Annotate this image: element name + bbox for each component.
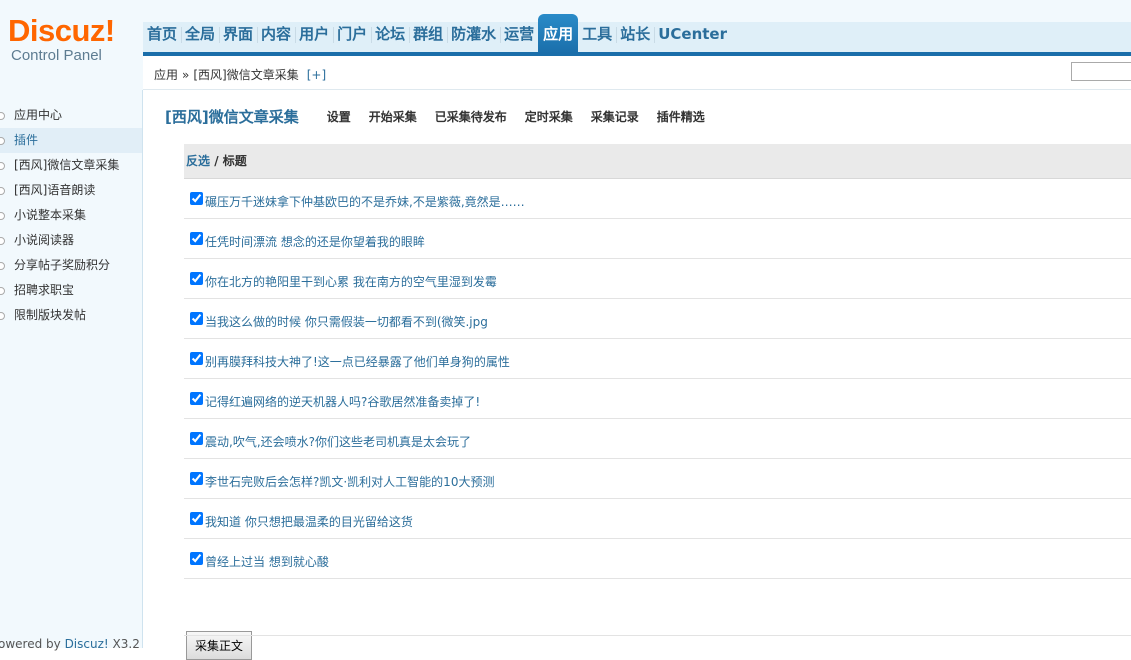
row-checkbox[interactable]	[190, 392, 203, 405]
plugin-tab-0[interactable]: 设置	[327, 108, 351, 125]
breadcrumb-current: [西风]微信文章采集	[193, 68, 299, 82]
plugin-tab-3[interactable]: 定时采集	[525, 108, 573, 125]
row-title[interactable]: 曾经上过当 想到就心酸	[205, 553, 329, 570]
table-body: 碾压万千迷妹拿下仲基欧巴的不是乔妹,不是紫薇,竟然是…… 任凭时间漂流 想念的还是…	[184, 179, 1131, 579]
nav-item-6[interactable]: 论坛	[371, 14, 409, 54]
sidebar-item-4[interactable]: 小说整本采集	[0, 203, 142, 228]
table-header: 反选 / 标题	[184, 144, 1131, 179]
plugin-tab-2[interactable]: 已采集待发布	[435, 108, 507, 125]
breadcrumb-root[interactable]: 应用	[154, 68, 178, 82]
sidebar-item-8[interactable]: 限制版块发帖	[0, 303, 142, 328]
row-title[interactable]: 别再膜拜科技大神了!这一点已经暴露了他们单身狗的属性	[205, 353, 510, 370]
table-row: 别再膜拜科技大神了!这一点已经暴露了他们单身狗的属性	[184, 339, 1131, 379]
nav-item-0[interactable]: 首页	[143, 14, 181, 54]
row-checkbox[interactable]	[190, 272, 203, 285]
nav-item-4[interactable]: 用户	[295, 14, 333, 54]
table-row: 我知道 你只想把最温柔的目光留给这货	[184, 499, 1131, 539]
logo-brand: Discuz!	[8, 13, 115, 48]
header: Discuz! Control Panel 首页 全局 界面 内容 用户 门户 论坛 群组 防灌…	[0, 0, 1131, 90]
row-checkbox[interactable]	[190, 512, 203, 525]
sidebar-item-0[interactable]: 应用中心	[0, 103, 142, 128]
sidebar-menu: 应用中心 插件 [西风]微信文章采集 [西风]语音朗读 小说整本采集 小说阅读器 分享帖子奖…	[0, 103, 142, 328]
header-separator: /	[210, 154, 223, 168]
row-checkbox[interactable]	[190, 432, 203, 445]
divider	[184, 635, 1131, 636]
sidebar-item-5[interactable]: 小说阅读器	[0, 228, 142, 253]
sidebar: 应用中心 插件 [西风]微信文章采集 [西风]语音朗读 小说整本采集 小说阅读器 分享帖子奖…	[0, 90, 143, 651]
sidebar-item-6[interactable]: 分享帖子奖励积分	[0, 253, 142, 278]
top-nav: 首页 全局 界面 内容 用户 门户 论坛 群组 防灌水 运营 应用 工具 站长 UCenter	[143, 14, 731, 54]
plugin-tab-1[interactable]: 开始采集	[369, 108, 417, 125]
row-title[interactable]: 李世石完败后会怎样?凯文·凯利对人工智能的10大预测	[205, 473, 494, 490]
powered-by: owered by Discuz! X3.2	[0, 637, 140, 651]
nav-item-1[interactable]: 全局	[181, 14, 219, 54]
breadcrumb-bar: 应用 » [西风]微信文章采集 [+]	[143, 56, 1131, 90]
table-row: 震动,吹气,还会喷水?你们这些老司机真是太会玩了	[184, 419, 1131, 459]
row-checkbox[interactable]	[190, 472, 203, 485]
add-shortcut-button[interactable]: [+]	[307, 68, 326, 82]
logo-subtitle: Control Panel	[11, 47, 102, 64]
main-content: [西风]微信文章采集 设置 开始采集 已采集待发布 定时采集 采集记录 插件精选 反选 /…	[144, 91, 1131, 660]
sidebar-item-7[interactable]: 招聘求职宝	[0, 278, 142, 303]
row-checkbox[interactable]	[190, 552, 203, 565]
row-title[interactable]: 记得红遍网络的逆天机器人吗?谷歌居然准备卖掉了!	[205, 393, 480, 410]
nav-item-7[interactable]: 群组	[409, 14, 447, 54]
table-row: 你在北方的艳阳里干到心累 我在南方的空气里湿到发霉	[184, 259, 1131, 299]
nav-item-13[interactable]: UCenter	[654, 14, 731, 54]
sidebar-item-2[interactable]: [西风]微信文章采集	[0, 153, 142, 178]
row-checkbox[interactable]	[190, 232, 203, 245]
row-title[interactable]: 碾压万千迷妹拿下仲基欧巴的不是乔妹,不是紫薇,竟然是……	[205, 193, 525, 210]
sidebar-item-1[interactable]: 插件	[0, 128, 142, 153]
search-input[interactable]	[1071, 62, 1131, 81]
plugin-tab-5[interactable]: 插件精选	[657, 108, 705, 125]
table-row: 任凭时间漂流 想念的还是你望着我的眼眸	[184, 219, 1131, 259]
breadcrumb-separator: »	[182, 68, 190, 82]
nav-item-2[interactable]: 界面	[219, 14, 257, 54]
plugin-tabs: [西风]微信文章采集 设置 开始采集 已采集待发布 定时采集 采集记录 插件精选	[165, 106, 723, 127]
discuz-link[interactable]: Discuz!	[65, 637, 109, 651]
nav-item-3[interactable]: 内容	[257, 14, 295, 54]
nav-item-10[interactable]: 应用	[538, 14, 579, 54]
plugin-title: [西风]微信文章采集	[165, 108, 299, 126]
table-row: 曾经上过当 想到就心酸	[184, 539, 1131, 579]
discuz-logo[interactable]: Discuz! Control Panel	[8, 14, 138, 76]
nav-item-9[interactable]: 运营	[500, 14, 538, 54]
breadcrumb: 应用 » [西风]微信文章采集 [+]	[154, 66, 326, 83]
table-row: 当我这么做的时候 你只需假装一切都看不到(微笑.jpg	[184, 299, 1131, 339]
nav-item-5[interactable]: 门户	[333, 14, 371, 54]
header-title: 标题	[222, 154, 247, 168]
row-checkbox[interactable]	[190, 352, 203, 365]
table-row: 李世石完败后会怎样?凯文·凯利对人工智能的10大预测	[184, 459, 1131, 499]
row-checkbox[interactable]	[190, 192, 203, 205]
nav-item-11[interactable]: 工具	[578, 14, 616, 54]
nav-item-12[interactable]: 站长	[616, 14, 654, 54]
row-checkbox[interactable]	[190, 312, 203, 325]
row-title[interactable]: 当我这么做的时候 你只需假装一切都看不到(微笑.jpg	[205, 313, 488, 330]
table-row: 碾压万千迷妹拿下仲基欧巴的不是乔妹,不是紫薇,竟然是……	[184, 179, 1131, 219]
invert-selection-link[interactable]: 反选	[186, 154, 210, 168]
nav-item-8[interactable]: 防灌水	[447, 14, 500, 54]
row-title[interactable]: 我知道 你只想把最温柔的目光留给这货	[205, 513, 413, 530]
row-title[interactable]: 任凭时间漂流 想念的还是你望着我的眼眸	[205, 233, 425, 250]
article-table: 反选 / 标题 碾压万千迷妹拿下仲基欧巴的不是乔妹,不是紫薇,竟然是…… 任凭时间…	[184, 144, 1131, 660]
plugin-tab-4[interactable]: 采集记录	[591, 108, 639, 125]
table-row: 记得红遍网络的逆天机器人吗?谷歌居然准备卖掉了!	[184, 379, 1131, 419]
row-title[interactable]: 震动,吹气,还会喷水?你们这些老司机真是太会玩了	[205, 433, 471, 450]
row-title[interactable]: 你在北方的艳阳里干到心累 我在南方的空气里湿到发霉	[205, 273, 497, 290]
sidebar-item-3[interactable]: [西风]语音朗读	[0, 178, 142, 203]
